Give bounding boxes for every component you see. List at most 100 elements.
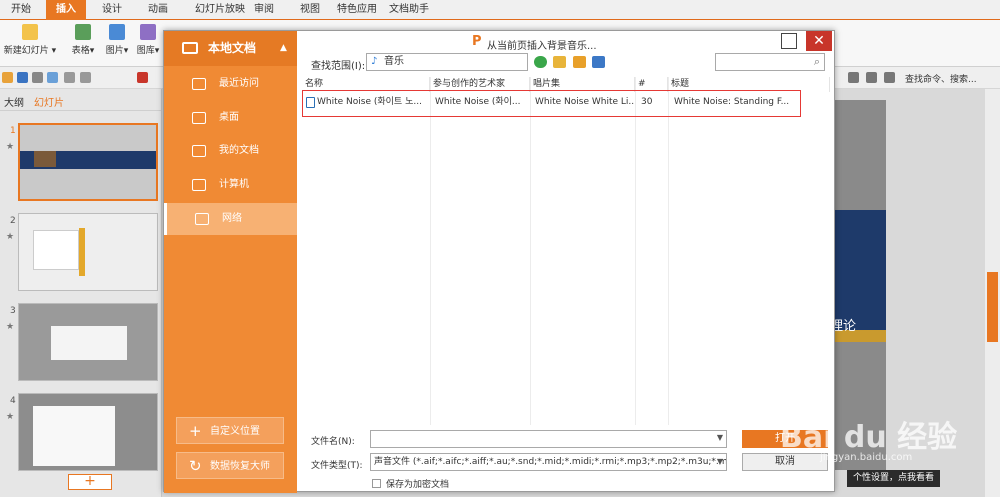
tab-features[interactable]: 特色应用 [334, 0, 380, 20]
recovery-icon: ↻ [189, 457, 202, 475]
menu-bar: 开始 插入 设计 动画 幻灯片放映 审阅 视图 特色应用 文档助手 [0, 0, 1000, 20]
slide-pane: 大纲 幻灯片 1 ★ 2 ★ 3 ★ 4 ★ + [0, 89, 162, 497]
encrypt-label: 保存为加密文档 [386, 480, 450, 490]
tab-design[interactable]: 设计 [94, 0, 130, 20]
column-divider [430, 77, 431, 425]
back-icon[interactable] [534, 56, 547, 68]
computer-icon [192, 179, 206, 191]
slide-thumbnail-2[interactable] [18, 213, 158, 291]
add-slide-button[interactable]: + [68, 474, 112, 490]
wps-icon[interactable] [137, 72, 148, 83]
gallery-button[interactable]: 图库▾ [134, 24, 162, 56]
sidebar-item-desktop[interactable]: 桌面 [164, 102, 297, 134]
open-icon[interactable] [2, 72, 13, 83]
chevron-down-icon[interactable]: ▼ [717, 454, 723, 470]
new-slide-icon [22, 24, 38, 40]
thumb-box [33, 230, 79, 270]
preview-icon[interactable] [47, 72, 58, 83]
slide-number: 4 [10, 396, 16, 406]
collapse-icon[interactable]: ▲ [280, 31, 287, 66]
tab-insert[interactable]: 插入 [46, 0, 86, 20]
star-icon: ★ [6, 142, 15, 152]
print-icon[interactable] [32, 72, 43, 83]
tab-slides[interactable]: 幻灯片 [34, 94, 64, 109]
view-menu-icon[interactable] [592, 56, 605, 68]
sidebar-item-network[interactable]: 网络 [164, 203, 297, 235]
thumb-box [33, 406, 115, 466]
redo-icon[interactable] [80, 72, 91, 83]
star-icon: ★ [6, 322, 15, 332]
save-icon[interactable] [17, 72, 28, 83]
maximize-button[interactable] [781, 33, 797, 49]
file-name-input[interactable]: ▼ [370, 430, 727, 448]
sidebar-title: 本地文档 ▲ [164, 31, 297, 66]
dialog-sidebar: 本地文档 ▲ 最近访问 桌面 我的文档 计算机 网络 + 自定义位置 ↻ 数据恢… [164, 31, 297, 493]
tools-icon[interactable] [866, 72, 877, 83]
star-icon: ★ [6, 412, 15, 422]
file-title: White Noise: Standing F... [674, 97, 790, 107]
sidebar-item-computer[interactable]: 计算机 [164, 169, 297, 201]
dialog-title: 从当前页插入背景音乐... [487, 41, 597, 52]
file-list[interactable]: 名称 参与创作的艺术家 唱片集 # 标题 White Noise (화이트 노.… [302, 77, 830, 425]
scroll-thumb[interactable] [987, 272, 998, 342]
folder-icon [192, 145, 206, 157]
tab-outline[interactable]: 大纲 [4, 94, 24, 109]
slide-thumbnail-4[interactable] [18, 393, 158, 471]
look-in-dropdown[interactable]: ♪ 音乐 [366, 53, 528, 71]
column-divider [668, 77, 669, 425]
data-recovery-button[interactable]: ↻ 数据恢复大师 [176, 452, 284, 479]
new-slide-button[interactable]: 新建幻灯片 ▾ [2, 24, 58, 56]
file-artist: White Noise (화이... [435, 97, 521, 107]
file-name-label: 文件名(N): [311, 437, 355, 447]
network-icon [195, 213, 209, 225]
vertical-scrollbar[interactable] [985, 89, 1000, 497]
tab-review[interactable]: 审阅 [246, 0, 282, 20]
collapse-icon[interactable] [884, 72, 895, 83]
picture-icon [109, 24, 125, 40]
monitor-icon [182, 42, 198, 54]
file-type-label: 文件类型(T): [311, 461, 363, 471]
slide-number: 3 [10, 306, 16, 316]
table-button[interactable]: 表格▾ [68, 24, 98, 56]
plus-icon: + [189, 422, 202, 440]
custom-location-button[interactable]: + 自定义位置 [176, 417, 284, 444]
close-button[interactable]: ✕ [806, 31, 832, 51]
canvas-banner [830, 210, 886, 330]
tab-view[interactable]: 视图 [292, 0, 328, 20]
slide-thumbnail-3[interactable] [18, 303, 158, 381]
animation-icon[interactable] [848, 72, 859, 83]
slide-thumbnail-1[interactable] [18, 123, 158, 201]
desktop-icon [192, 112, 206, 124]
file-album: White Noise White Li... [535, 97, 635, 107]
picture-button[interactable]: 图片▾ [102, 24, 132, 56]
new-folder-icon[interactable] [573, 56, 586, 68]
sidebar-item-recent[interactable]: 最近访问 [164, 68, 297, 100]
search-input[interactable]: ⌕ [715, 53, 825, 71]
up-folder-icon[interactable] [553, 56, 566, 68]
chevron-down-icon[interactable]: ▼ [717, 433, 723, 442]
thumb-bar [79, 228, 85, 276]
dialog-main: P 从当前页插入背景音乐... ✕ 查找范围(I): ♪ 音乐 ⌕ 名称 参与创… [297, 31, 835, 493]
wps-logo-icon: P [472, 34, 482, 49]
tab-doc-assistant[interactable]: 文档助手 [386, 0, 432, 20]
undo-icon[interactable] [64, 72, 75, 83]
pane-tabs: 大纲 幻灯片 [0, 89, 161, 111]
star-icon: ★ [6, 232, 15, 242]
insert-music-dialog: 本地文档 ▲ 最近访问 桌面 我的文档 计算机 网络 + 自定义位置 ↻ 数据恢… [163, 30, 835, 493]
settings-tooltip: 个性设置，点我看看 [847, 470, 940, 487]
look-in-label: 查找范围(I): [311, 61, 366, 72]
tab-start[interactable]: 开始 [4, 0, 38, 20]
watermark-logo: Bai du 经验 [780, 420, 958, 455]
file-track: 30 [641, 97, 653, 107]
slide-number: 2 [10, 216, 16, 226]
sidebar-item-documents[interactable]: 我的文档 [164, 135, 297, 167]
file-name[interactable]: White Noise (화이트 노... [314, 95, 430, 109]
file-type-select[interactable]: 声音文件 (*.aif;*.aifc;*.aiff;*.au;*.snd;*.m… [370, 453, 727, 471]
column-divider [530, 77, 531, 425]
encrypt-checkbox[interactable] [372, 479, 381, 488]
slide-number: 1 [10, 126, 16, 136]
command-search[interactable]: 查找命令、搜索... [905, 72, 977, 85]
tab-animation[interactable]: 动画 [140, 0, 176, 20]
search-icon: ⌕ [813, 55, 820, 68]
table-icon [75, 24, 91, 40]
